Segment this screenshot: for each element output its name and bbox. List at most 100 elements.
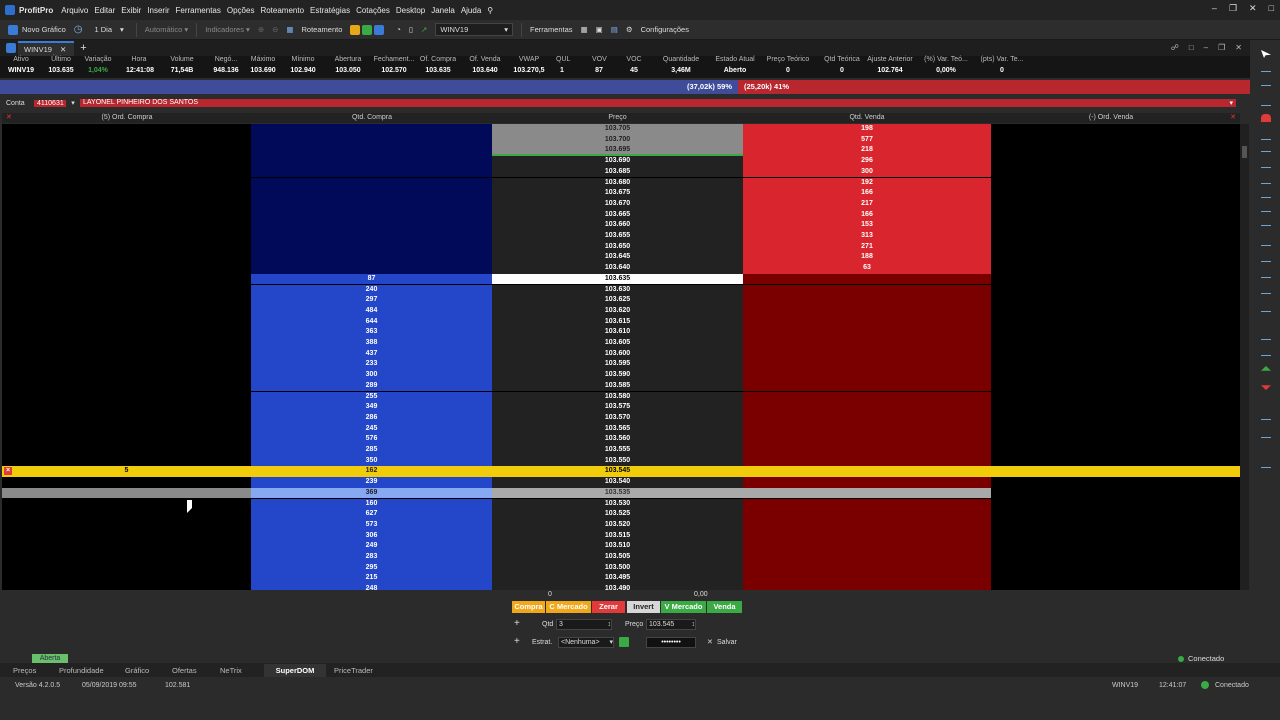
price-cell[interactable]: 103.705: [492, 124, 743, 135]
sell-qty-cell[interactable]: 198: [743, 124, 991, 135]
pitchfork-icon[interactable]: [1261, 286, 1271, 294]
sell-qty-cell[interactable]: 296: [743, 156, 991, 167]
buy-qty-cell[interactable]: [251, 166, 492, 178]
measure-icon[interactable]: [1261, 430, 1271, 438]
plus-icon[interactable]: +: [514, 618, 520, 629]
sell-qty-cell[interactable]: [743, 412, 991, 424]
quote-header-cell[interactable]: (%) Var. Teó...: [922, 56, 970, 63]
price-cell[interactable]: 103.580: [492, 391, 743, 403]
quote-header-cell[interactable]: Ativo: [4, 56, 38, 63]
layout-icon[interactable]: ▣: [596, 25, 603, 34]
buy-market-button[interactable]: C Mercado: [546, 601, 591, 613]
gann-icon[interactable]: [1261, 332, 1271, 340]
price-cell[interactable]: 103.615: [492, 316, 743, 328]
sell-orders-cell[interactable]: [991, 252, 1240, 264]
buy-orders-cell[interactable]: [2, 316, 251, 328]
sell-qty-cell[interactable]: [743, 552, 991, 563]
bid-row[interactable]: 576 103.560: [2, 434, 1240, 445]
quote-header-cell[interactable]: Preço Teórico: [764, 56, 812, 63]
price-cell[interactable]: 103.625: [492, 295, 743, 306]
ruler-icon[interactable]: [1261, 304, 1271, 312]
buy-qty-cell[interactable]: [251, 198, 492, 210]
buy-orders-cell[interactable]: [2, 519, 251, 531]
ask-row[interactable]: 103.640 63: [2, 263, 1240, 274]
bid-row[interactable]: 297 103.625: [2, 295, 1240, 306]
grid-icon[interactable]: ▦: [286, 25, 293, 34]
quote-header-cell[interactable]: Variação: [82, 56, 114, 63]
clock-icon[interactable]: ◷: [74, 24, 83, 35]
sell-orders-cell[interactable]: [991, 391, 1240, 403]
rect-icon[interactable]: [1261, 190, 1271, 198]
buy-orders-cell[interactable]: [2, 263, 251, 274]
spinner-icon[interactable]: ↕: [608, 620, 612, 629]
new-chart-button[interactable]: Novo Gráfico: [8, 24, 66, 35]
buy-orders-cell[interactable]: [2, 198, 251, 210]
buy-qty-cell[interactable]: [251, 241, 492, 253]
tab-ofertas[interactable]: Ofertas: [172, 666, 220, 675]
buy-orders-cell[interactable]: [2, 498, 251, 510]
routing-button[interactable]: Roteamento: [302, 25, 343, 34]
account-name-field[interactable]: LAYONEL PINHEIRO DOS SANTOS ▾: [80, 99, 1236, 107]
buy-qty-cell[interactable]: 300: [251, 370, 492, 381]
quote-header-cell[interactable]: Of. Compra: [418, 56, 458, 63]
sell-qty-cell[interactable]: 192: [743, 177, 991, 189]
buy-qty-cell[interactable]: 627: [251, 509, 492, 520]
ask-row[interactable]: 103.695 218: [2, 145, 1240, 157]
price-cell[interactable]: 103.655: [492, 231, 743, 242]
sell-qty-cell[interactable]: [743, 519, 991, 531]
bid-row[interactable]: 363 103.610: [2, 327, 1240, 338]
menu-janela[interactable]: Janela: [431, 6, 455, 15]
bid-row[interactable]: 286 103.570: [2, 412, 1240, 424]
sell-orders-cell[interactable]: [991, 209, 1240, 221]
sell-orders-cell[interactable]: [991, 188, 1240, 199]
buy-orders-cell[interactable]: [2, 434, 251, 445]
sell-qty-cell[interactable]: 166: [743, 209, 991, 221]
minimize-icon[interactable]: –: [1212, 3, 1217, 14]
bid-row[interactable]: 484 103.620: [2, 305, 1240, 317]
buy-qty-cell[interactable]: 162: [251, 466, 492, 478]
buy-orders-cell[interactable]: [2, 541, 251, 552]
quote-header-cell[interactable]: Qtd Teórica: [822, 56, 862, 63]
buy-orders-cell[interactable]: [2, 273, 251, 285]
sell-orders-cell[interactable]: [991, 541, 1240, 552]
arrow-up-icon[interactable]: [1261, 366, 1271, 371]
bid-row[interactable]: 300 103.590: [2, 370, 1240, 381]
quote-header-cell[interactable]: Of. Venda: [466, 56, 504, 63]
price-cell[interactable]: 103.600: [492, 348, 743, 360]
buy-orders-cell[interactable]: [2, 252, 251, 264]
bid-row[interactable]: 350 103.550: [2, 455, 1240, 467]
bid-row[interactable]: 233 103.595: [2, 359, 1240, 371]
sell-orders-cell[interactable]: [991, 466, 1240, 478]
buy-orders-cell[interactable]: [2, 348, 251, 360]
sell-orders-cell[interactable]: [991, 273, 1240, 285]
buy-orders-cell[interactable]: [2, 562, 251, 574]
buy-button[interactable]: Compra: [512, 601, 545, 613]
line-icon[interactable]: [1261, 132, 1271, 140]
price-cell[interactable]: 103.560: [492, 434, 743, 445]
sell-qty-cell[interactable]: 300: [743, 166, 991, 178]
buy-qty-cell[interactable]: [251, 209, 492, 221]
sell-qty-cell[interactable]: [743, 477, 991, 488]
quote-header-cell[interactable]: QUL: [556, 56, 570, 63]
buy-orders-cell[interactable]: [2, 209, 251, 221]
save-button[interactable]: Salvar: [717, 639, 737, 646]
tab-profundidade[interactable]: Profundidade: [59, 666, 125, 675]
sell-qty-cell[interactable]: 577: [743, 134, 991, 146]
buy-qty-cell[interactable]: [251, 231, 492, 242]
price-cell[interactable]: 103.620: [492, 305, 743, 317]
quote-header-cell[interactable]: Abertura: [332, 56, 364, 63]
arrow-down-icon[interactable]: [1261, 385, 1271, 390]
buy-qty-cell[interactable]: 644: [251, 316, 492, 328]
lock-icon[interactable]: □: [1189, 43, 1194, 52]
sell-qty-cell[interactable]: [743, 573, 991, 585]
buy-orders-cell[interactable]: [2, 552, 251, 563]
price-input[interactable]: 103.545 ↕: [646, 619, 696, 630]
sell-orders-cell[interactable]: [991, 348, 1240, 360]
price-cell[interactable]: 103.690: [492, 156, 743, 167]
sell-orders-cell[interactable]: [991, 402, 1240, 413]
bars-icon[interactable]: [1261, 412, 1271, 420]
sell-qty-cell[interactable]: [743, 498, 991, 510]
quote-header-cell[interactable]: Máximo: [248, 56, 278, 63]
sell-qty-cell[interactable]: 153: [743, 220, 991, 231]
price-cell[interactable]: 103.495: [492, 573, 743, 585]
